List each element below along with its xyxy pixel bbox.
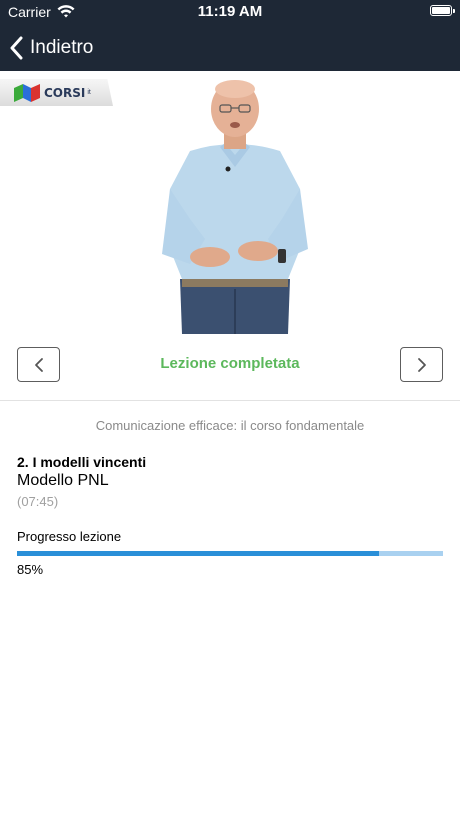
navigation-bar: Indietro [0,24,460,71]
next-lesson-button[interactable] [400,347,443,382]
progress-bar-fill [17,551,380,556]
progress-value: 85% [17,562,44,577]
lesson-duration: (07:45) [17,494,59,509]
progress-bar [17,551,443,556]
back-label: Indietro [30,36,94,58]
clock: 11:19 AM [197,3,263,20]
logo-text: CORSI [44,85,86,100]
status-bar: Carrier 11:19 AM [0,0,460,24]
chevron-right-icon [417,357,426,372]
course-title: Comunicazione efficace: il corso fondame… [95,418,365,433]
module-title: 2. I modelli vincenti [17,454,147,470]
chevron-left-icon [10,36,23,59]
presenter-image [162,80,308,334]
corsi-logo: CORSI it [0,79,113,106]
lesson-title: Modello PNL [17,472,109,489]
logo-sup: it [87,89,91,96]
battery-icon [430,5,455,16]
lesson-navigation: Lezione completata [0,334,460,401]
logo-mark-icon [14,83,40,102]
progress-label: Progresso lezione [17,529,122,544]
top-bar: Carrier 11:19 AM Indietro [0,0,460,71]
lesson-status: Lezione completata [160,355,300,372]
back-button[interactable]: Indietro [10,36,93,60]
video-player[interactable]: CORSI it [0,71,460,334]
